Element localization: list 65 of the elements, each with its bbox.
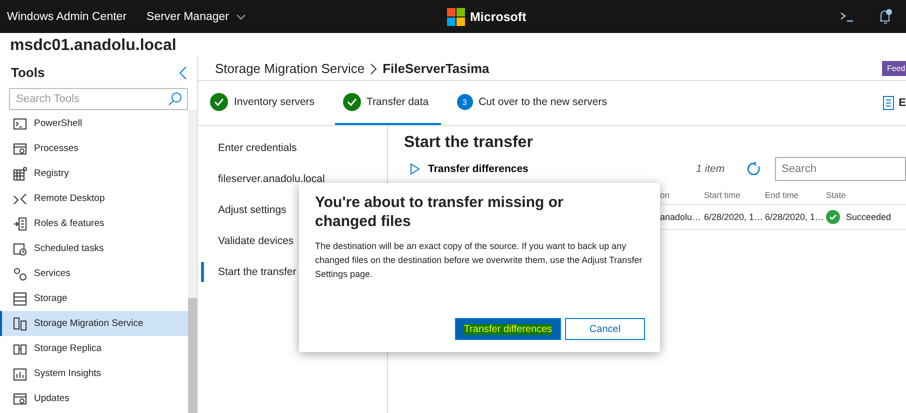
table-cell-text: anadolu… bbox=[660, 212, 702, 222]
sidebar-item[interactable]: Processes bbox=[0, 136, 188, 161]
step-tab[interactable]: Transfer data bbox=[334, 81, 441, 125]
export-link[interactable]: E bbox=[898, 97, 906, 109]
server-icon bbox=[13, 316, 27, 330]
storage-icon bbox=[13, 292, 27, 306]
chevron-down-icon bbox=[236, 14, 246, 20]
sidebar-item[interactable]: Updates bbox=[0, 386, 188, 411]
table-cell: Succeeded bbox=[846, 212, 892, 222]
breadcrumb-current: FileServerTasima bbox=[382, 61, 490, 76]
terminal-icon[interactable] bbox=[840, 10, 854, 22]
column-header[interactable]: State bbox=[826, 190, 906, 200]
column-header[interactable]: End time bbox=[765, 190, 826, 200]
sidebar-item[interactable]: PowerShell bbox=[0, 111, 188, 136]
breadcrumb-link[interactable]: Storage Migration Service bbox=[215, 61, 365, 76]
clock-icon bbox=[13, 242, 27, 256]
content-title: Start the transfer bbox=[404, 134, 534, 152]
chevron-right-icon bbox=[370, 62, 378, 74]
sidebar-item[interactable]: Services bbox=[0, 261, 188, 286]
app-title[interactable]: Windows Admin Center bbox=[7, 10, 127, 22]
step-tab[interactable]: 3 Cut over to the new servers bbox=[456, 81, 619, 125]
brand-name: Microsoft bbox=[470, 10, 526, 24]
server-manager-menu[interactable]: Server Manager bbox=[146, 10, 246, 22]
dialog-title: You're about to transfer missing or changed files bbox=[315, 193, 564, 231]
step-tab[interactable]: Inventory servers bbox=[210, 81, 327, 125]
column-header[interactable]: Start time bbox=[704, 190, 765, 200]
sidebar-item[interactable]: Storage bbox=[0, 286, 188, 311]
gear-icon bbox=[13, 266, 27, 280]
logo-icon bbox=[447, 8, 465, 26]
terminal-icon bbox=[13, 116, 27, 130]
feedback-button[interactable]: Feed bbox=[882, 61, 906, 76]
step-number: 3 bbox=[456, 94, 473, 110]
sidebar-item[interactable]: System Insights bbox=[0, 361, 188, 386]
substep-item[interactable]: Enter credentials bbox=[201, 138, 387, 158]
section-toggle[interactable]: Transfer differences bbox=[404, 163, 696, 175]
window-icon bbox=[13, 392, 27, 406]
item-count: 1 item bbox=[696, 163, 725, 175]
confirm-button[interactable]: Transfer differences bbox=[455, 318, 561, 340]
collapse-icon[interactable] bbox=[179, 66, 187, 80]
sidebar-title: Tools bbox=[11, 65, 45, 80]
server-icon bbox=[13, 342, 27, 356]
search-field[interactable]: Search bbox=[774, 157, 906, 181]
document-icon bbox=[882, 96, 894, 110]
chart-icon bbox=[13, 366, 27, 380]
sidebar-item[interactable]: Scheduled tasks bbox=[0, 236, 188, 261]
scrollbar[interactable] bbox=[188, 110, 197, 413]
sidebar-item[interactable]: Registry bbox=[0, 161, 188, 186]
sidebar-item[interactable]: Storage Replica bbox=[0, 336, 188, 361]
server-name: msdc01.anadolu.local bbox=[9, 36, 178, 56]
refresh-icon[interactable] bbox=[746, 162, 761, 176]
window-icon bbox=[13, 142, 27, 156]
expand-icon bbox=[410, 163, 420, 175]
table-cell-text: 6/28/2020, 1… bbox=[765, 212, 826, 222]
sidebar-item[interactable]: Storage Migration Service bbox=[0, 311, 188, 336]
remote-icon bbox=[13, 192, 27, 206]
grid-icon bbox=[13, 166, 27, 180]
sidebar-item[interactable]: Remote Desktop bbox=[0, 186, 188, 211]
table-cell-text: 6/28/2020, 1… bbox=[704, 212, 764, 222]
search-icon bbox=[168, 92, 182, 106]
cancel-button[interactable]: Cancel bbox=[565, 318, 645, 340]
sidebar-item[interactable]: Roles & features bbox=[0, 211, 188, 236]
list-icon bbox=[13, 216, 27, 230]
search-field[interactable]: Search Tools bbox=[9, 88, 188, 110]
notification-icon[interactable] bbox=[878, 8, 892, 24]
column-header[interactable]: on bbox=[660, 190, 704, 200]
